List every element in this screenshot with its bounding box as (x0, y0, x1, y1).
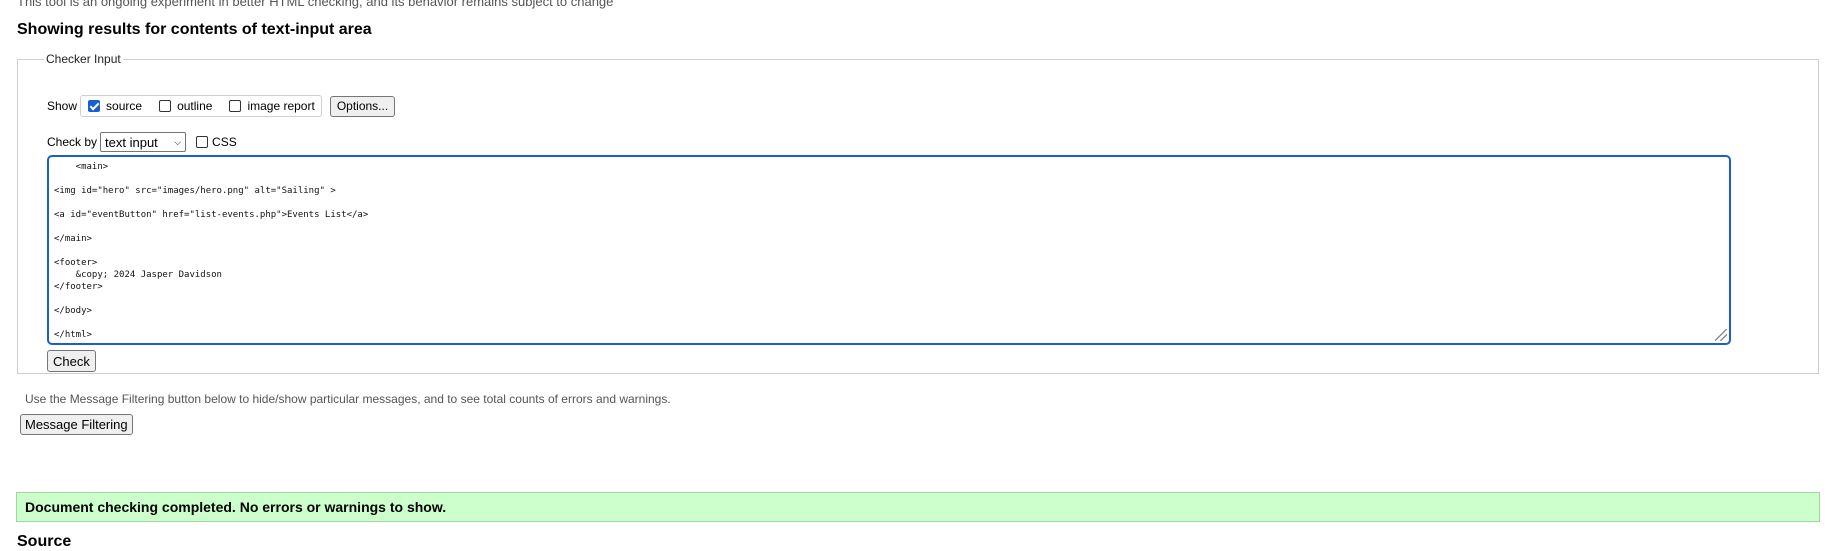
show-options-row: Show source outline image report Options… (47, 95, 396, 117)
check-by-row: Check by text input ⌵ CSS (47, 132, 237, 152)
css-checkbox-label[interactable]: CSS (212, 135, 237, 149)
message-filtering-button[interactable]: Message Filtering (20, 414, 133, 435)
source-checkbox-label[interactable]: source (106, 99, 142, 113)
message-filtering-note: Use the Message Filtering button below t… (25, 392, 671, 406)
image-report-checkbox[interactable] (229, 100, 242, 112)
options-button[interactable]: Options... (329, 95, 396, 117)
checker-input-legend: Checker Input (46, 52, 121, 66)
check-by-label: Check by (47, 135, 98, 149)
chevron-down-icon: ⌵ (174, 136, 182, 147)
outline-checkbox[interactable] (159, 100, 172, 112)
check-by-value: text input (105, 134, 158, 150)
results-title: Showing results for contents of text-inp… (17, 21, 372, 38)
check-button[interactable]: Check (47, 350, 96, 372)
check-by-select[interactable]: text input ⌵ (100, 132, 187, 152)
intro-text: This tool is an ongoing experiment in be… (17, 0, 614, 9)
checker-input-fieldset: Checker Input Show source outline image … (17, 52, 1819, 374)
source-checkbox[interactable] (88, 100, 101, 112)
source-heading: Source (17, 533, 72, 550)
status-success-text: Document checking completed. No errors o… (25, 499, 447, 515)
show-options-group: source outline image report (80, 95, 322, 117)
resize-grip-icon[interactable] (1715, 329, 1727, 341)
source-textarea[interactable]: <main> <img id="hero" src="images/hero.p… (47, 155, 1731, 345)
source-textarea-content: <main> <img id="hero" src="images/hero.p… (54, 162, 369, 340)
status-success-message: Document checking completed. No errors o… (16, 492, 1820, 522)
css-checkbox[interactable] (196, 136, 209, 148)
outline-checkbox-label[interactable]: outline (177, 99, 212, 113)
show-label: Show (47, 99, 78, 113)
image-report-checkbox-label[interactable]: image report (247, 99, 314, 113)
